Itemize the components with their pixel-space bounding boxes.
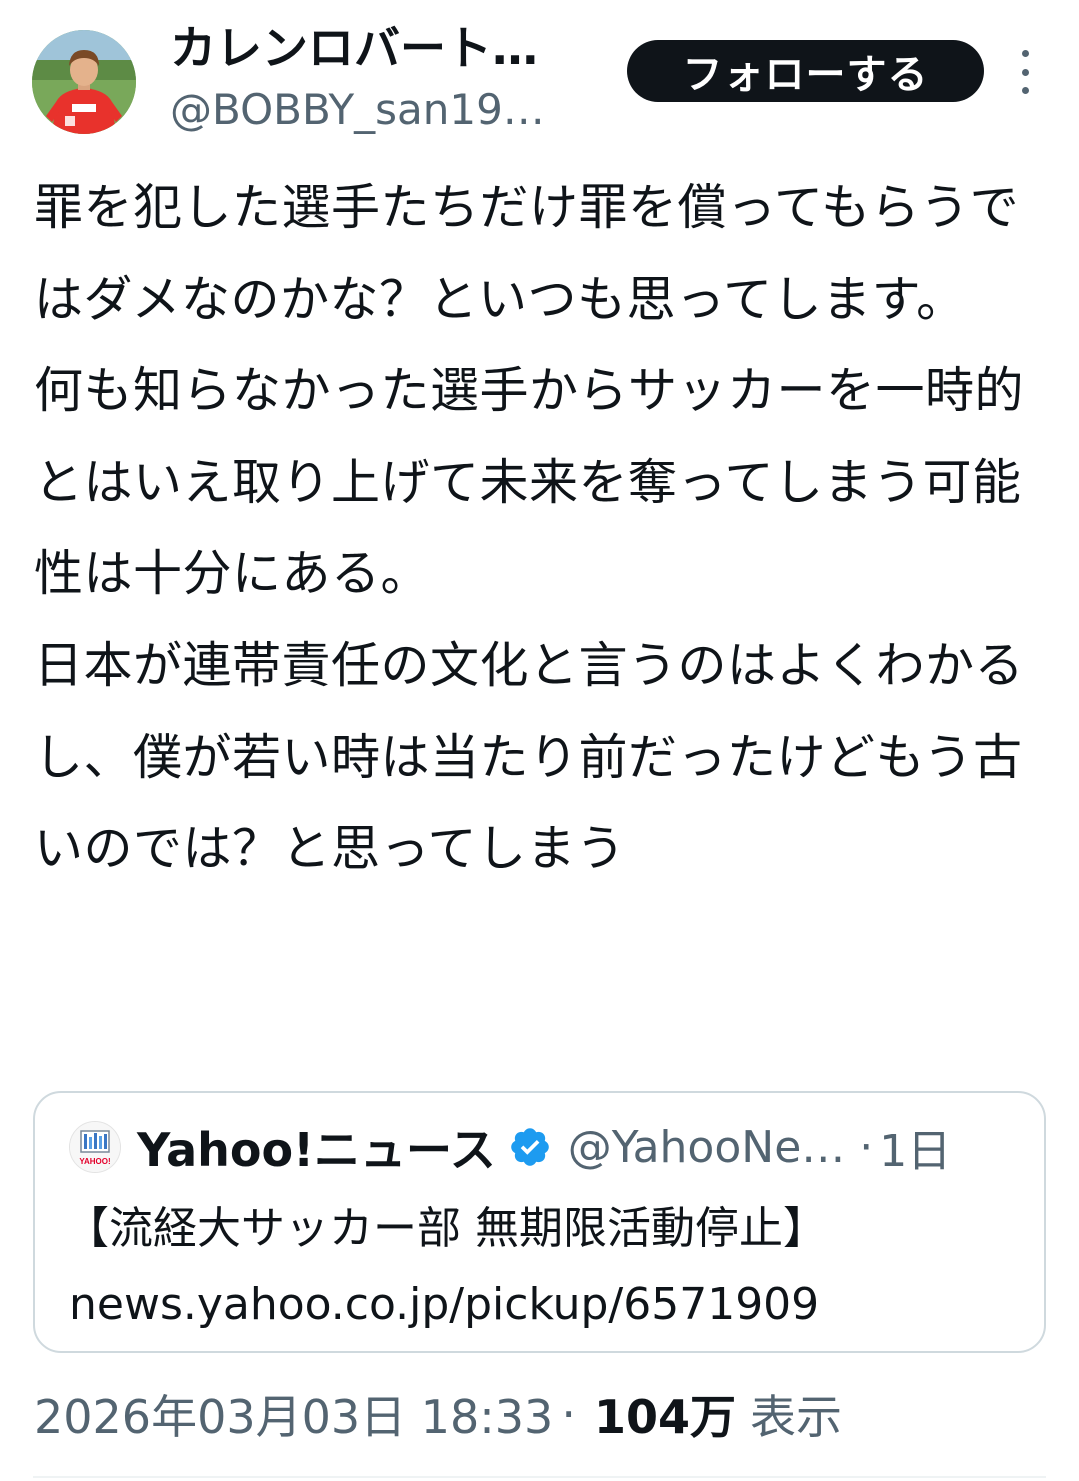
tweet-datetime[interactable]: 2026年03月03日 18:33	[34, 1381, 553, 1447]
tweet-header: カレンロバート… @BOBBY_san19… フォローする	[0, 0, 1079, 150]
views-count: 104万	[593, 1390, 736, 1444]
yahoo-news-logo-icon[interactable]: YAHOO!	[69, 1121, 121, 1173]
tweet-text: 罪を犯した選手たちだけ罪を償ってもらうではダメなのかな？といつも思ってします。 …	[34, 179, 1025, 878]
author-handle[interactable]: @BOBBY_san19…	[170, 84, 545, 136]
quoted-timestamp[interactable]: 1日	[879, 1115, 951, 1179]
yahoo-logo-text: YAHOO!	[79, 1157, 110, 1166]
quoted-author-handle[interactable]: @YahooNe…	[568, 1122, 846, 1173]
quoted-author-name[interactable]: Yahoo!ニュース	[137, 1114, 496, 1180]
author-avatar[interactable]	[32, 30, 136, 134]
quoted-headline: 【流経大サッカー部 無期限活動停止】	[65, 1203, 827, 1254]
yahoo-news-logo-graphic: YAHOO!	[70, 1122, 120, 1172]
more-dot	[1021, 87, 1029, 94]
more-dot	[1021, 50, 1029, 57]
more-dot	[1021, 68, 1029, 76]
tweet-meta: 2026年03月03日 18:33 · 104万 表示	[34, 1382, 842, 1446]
bottom-divider	[33, 1476, 1046, 1478]
views-label: 表示	[749, 1390, 842, 1444]
quoted-link[interactable]: news.yahoo.co.jp/pickup/6571909	[65, 1267, 1025, 1343]
meta-separator: ·	[561, 1387, 576, 1441]
quoted-tweet-header: YAHOO! Yahoo!ニュース @YahooNe… · 1日	[69, 1117, 951, 1177]
follow-button[interactable]: フォローする	[627, 40, 984, 102]
author-display-name[interactable]: カレンロバート…	[170, 20, 538, 76]
quoted-separator: ·	[859, 1121, 874, 1173]
quoted-tweet-card[interactable]: YAHOO! Yahoo!ニュース @YahooNe… · 1日 【流経大サッカ…	[33, 1091, 1046, 1353]
more-vertical-icon[interactable]	[1010, 50, 1040, 94]
quoted-tweet-body: 【流経大サッカー部 無期限活動停止】 news.yahoo.co.jp/pick…	[65, 1191, 1025, 1343]
verified-badge-icon	[510, 1128, 549, 1166]
player-photo-icon	[32, 30, 136, 134]
